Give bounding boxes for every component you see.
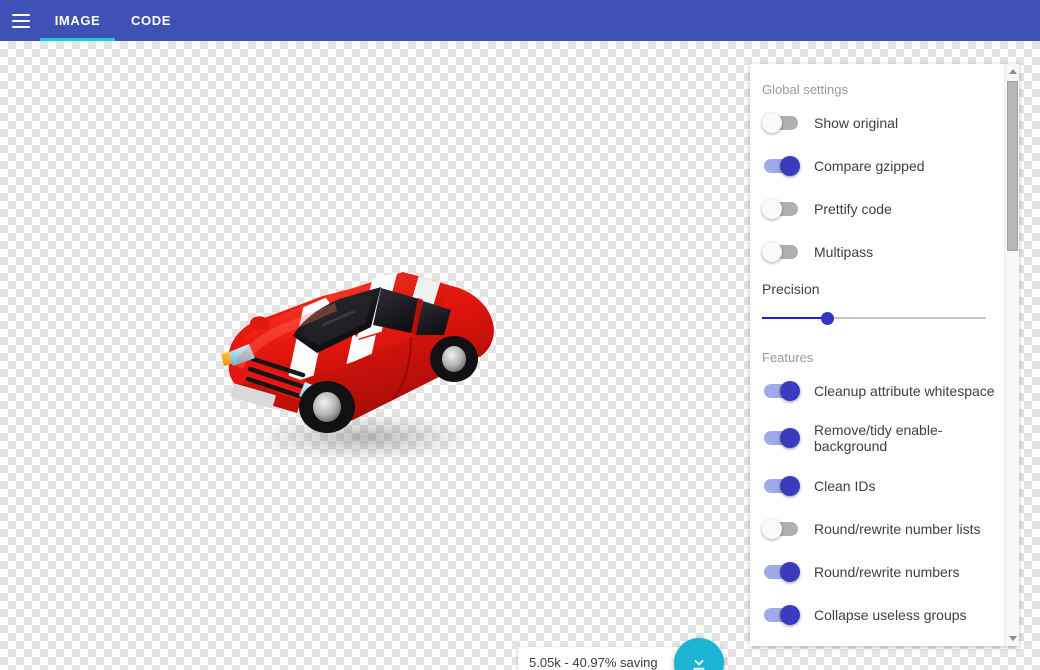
toggle-multipass[interactable] xyxy=(762,242,800,262)
toggle-show-original[interactable] xyxy=(762,113,800,133)
toggle-round-rewrite-number-lists[interactable] xyxy=(762,519,800,539)
setting-row-remove-tidy-enable-background[interactable]: Remove/tidy enable-background xyxy=(750,412,1004,464)
slider-fill xyxy=(762,317,827,319)
toggle-remove-tidy-enable-background[interactable] xyxy=(762,428,800,448)
scroll-up-triangle xyxy=(1009,69,1017,74)
scroll-down-arrow-icon[interactable] xyxy=(1005,631,1019,646)
setting-label-cleanup-attribute-whitespace: Cleanup attribute whitespace xyxy=(814,383,995,399)
features-title: Features xyxy=(750,330,1004,369)
setting-label-collapse-useless-groups: Collapse useless groups xyxy=(814,607,967,623)
red-racing-car xyxy=(205,241,515,471)
tab-image[interactable]: IMAGE xyxy=(40,0,115,41)
setting-label-prettify-code: Prettify code xyxy=(814,201,892,217)
setting-row-show-original[interactable]: Show original xyxy=(750,101,1004,144)
setting-row-compare-gzipped[interactable]: Compare gzipped xyxy=(750,144,1004,187)
precision-slider[interactable] xyxy=(762,310,986,326)
toggle-round-rewrite-numbers[interactable] xyxy=(762,562,800,582)
settings-scrollbar[interactable] xyxy=(1004,64,1019,646)
toggle-knob xyxy=(762,113,782,133)
toggle-knob xyxy=(762,519,782,539)
tab-code-label: CODE xyxy=(131,13,171,28)
toggle-knob xyxy=(780,476,800,496)
hamburger-menu-icon[interactable] xyxy=(0,0,40,41)
tab-code[interactable]: CODE xyxy=(115,0,187,41)
toggle-prettify-code[interactable] xyxy=(762,199,800,219)
slider-thumb[interactable] xyxy=(821,312,834,325)
app-root: IMAGE CODE xyxy=(0,0,1040,670)
setting-label-clean-ids: Clean IDs xyxy=(814,478,875,494)
setting-label-round-rewrite-numbers: Round/rewrite numbers xyxy=(814,564,960,580)
tab-image-label: IMAGE xyxy=(55,13,101,28)
setting-label-show-original: Show original xyxy=(814,115,898,131)
tab-active-underline xyxy=(40,38,115,41)
toggle-knob xyxy=(762,199,782,219)
setting-row-multipass[interactable]: Multipass xyxy=(750,230,1004,273)
scrollbar-thumb[interactable] xyxy=(1007,81,1018,251)
global-settings-title: Global settings xyxy=(750,64,1004,101)
download-button[interactable] xyxy=(674,638,724,670)
setting-label-round-rewrite-number-lists: Round/rewrite number lists xyxy=(814,521,981,537)
toggle-knob xyxy=(780,562,800,582)
hamburger-bar xyxy=(12,20,30,22)
status-badge: 5.05k - 40.97% saving xyxy=(518,647,681,670)
toggle-collapse-useless-groups[interactable] xyxy=(762,605,800,625)
hamburger-bar xyxy=(12,26,30,28)
status-text: 5.05k - 40.97% saving xyxy=(529,655,658,670)
precision-slider-label: Precision xyxy=(762,281,992,297)
setting-row-cleanup-attribute-whitespace[interactable]: Cleanup attribute whitespace xyxy=(750,369,1004,412)
toggle-knob xyxy=(780,428,800,448)
scroll-up-arrow-icon[interactable] xyxy=(1005,64,1019,79)
setting-label-multipass: Multipass xyxy=(814,244,873,260)
setting-row-round-rewrite-numbers[interactable]: Round/rewrite numbers xyxy=(750,550,1004,593)
setting-label-remove-tidy-enable-background: Remove/tidy enable-background xyxy=(814,422,998,454)
toggle-clean-ids[interactable] xyxy=(762,476,800,496)
toggle-compare-gzipped[interactable] xyxy=(762,156,800,176)
toggle-knob xyxy=(780,605,800,625)
hamburger-bar xyxy=(12,14,30,16)
setting-row-prettify-code[interactable]: Prettify code xyxy=(750,187,1004,230)
toggle-cleanup-attribute-whitespace[interactable] xyxy=(762,381,800,401)
settings-content: Global settings Show original Compare gz… xyxy=(750,64,1004,636)
precision-slider-block: Precision xyxy=(750,273,1004,330)
toggle-knob xyxy=(780,156,800,176)
settings-panel: Global settings Show original Compare gz… xyxy=(750,64,1019,646)
setting-row-clean-ids[interactable]: Clean IDs xyxy=(750,464,1004,507)
settings-scroll-viewport: Global settings Show original Compare gz… xyxy=(750,64,1004,646)
setting-row-round-rewrite-number-lists[interactable]: Round/rewrite number lists xyxy=(750,507,1004,550)
toggle-knob xyxy=(762,242,782,262)
download-icon xyxy=(688,652,710,670)
setting-label-compare-gzipped: Compare gzipped xyxy=(814,158,925,174)
setting-row-collapse-useless-groups[interactable]: Collapse useless groups xyxy=(750,593,1004,636)
top-app-bar: IMAGE CODE xyxy=(0,0,1040,41)
scroll-down-triangle xyxy=(1009,636,1017,641)
toggle-knob xyxy=(780,381,800,401)
